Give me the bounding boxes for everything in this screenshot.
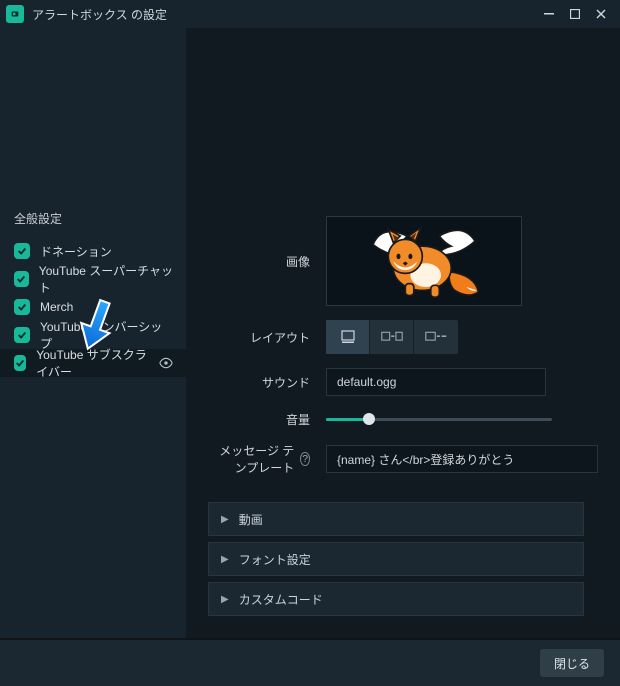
checkbox-icon[interactable] — [14, 299, 30, 315]
layout-option-side[interactable] — [370, 320, 414, 354]
sound-field[interactable]: default.ogg — [326, 368, 546, 396]
accordion-label: フォント設定 — [239, 551, 311, 568]
checkbox-icon[interactable] — [14, 243, 30, 259]
content-pane: 画像 — [186, 28, 620, 638]
accordion-label: 動画 — [239, 511, 263, 528]
sidebar-item-label: YouTube スーパーチャット — [39, 262, 174, 296]
accordion-video[interactable]: ▶ 動画 — [208, 502, 584, 536]
layout-label: レイアウト — [208, 329, 326, 346]
chevron-right-icon: ▶ — [221, 594, 229, 605]
dialog-footer: 閉じる — [0, 640, 620, 686]
close-button[interactable] — [588, 2, 614, 26]
checkbox-icon[interactable] — [14, 355, 26, 371]
sound-label: サウンド — [208, 374, 326, 391]
volume-slider[interactable] — [326, 410, 552, 428]
sidebar-item-label: Merch — [40, 300, 73, 314]
sidebar-item-merch[interactable]: Merch — [0, 293, 186, 321]
app-icon — [6, 5, 24, 23]
maximize-button[interactable] — [562, 2, 588, 26]
title-bar: アラートボックス の設定 — [0, 0, 620, 28]
checkbox-icon[interactable] — [14, 271, 29, 287]
chevron-right-icon: ▶ — [221, 554, 229, 565]
close-dialog-button[interactable]: 閉じる — [540, 649, 604, 677]
image-label: 画像 — [208, 253, 326, 270]
template-label: メッセージ テンプレート — [208, 442, 294, 476]
accordion-label: カスタムコード — [239, 591, 323, 608]
window-title: アラートボックス の設定 — [32, 6, 536, 23]
sound-value: default.ogg — [337, 375, 396, 389]
layout-option-right[interactable] — [414, 320, 458, 354]
layout-selector — [326, 320, 458, 354]
accordion-font[interactable]: ▶ フォント設定 — [208, 542, 584, 576]
sidebar-item-label: YouTube サブスクライバー — [36, 346, 148, 380]
sidebar-item-youtube-superchat[interactable]: YouTube スーパーチャット — [0, 265, 186, 293]
sidebar-item-youtube-subscriber[interactable]: YouTube サブスクライバー — [0, 349, 186, 377]
sidebar-heading: 全般設定 — [0, 200, 186, 237]
minimize-button[interactable] — [536, 2, 562, 26]
alert-image-well[interactable] — [326, 216, 522, 306]
accordion-custom-code[interactable]: ▶ カスタムコード — [208, 582, 584, 616]
help-icon[interactable]: ? — [300, 452, 310, 466]
chevron-right-icon: ▶ — [221, 514, 229, 525]
eye-icon[interactable] — [158, 355, 174, 371]
message-template-input[interactable] — [326, 445, 598, 473]
sidebar-item-youtube-membership[interactable]: YouTube メンバーシップ — [0, 321, 186, 349]
alert-image-preview — [356, 219, 492, 304]
sidebar-item-donation[interactable]: ドネーション — [0, 237, 186, 265]
checkbox-icon[interactable] — [14, 327, 30, 343]
sidebar-item-label: ドネーション — [40, 243, 112, 260]
layout-option-top[interactable] — [326, 320, 370, 354]
sidebar: 全般設定 ドネーション YouTube スーパーチャット Merch YouTu… — [0, 28, 186, 638]
volume-label: 音量 — [208, 411, 326, 428]
